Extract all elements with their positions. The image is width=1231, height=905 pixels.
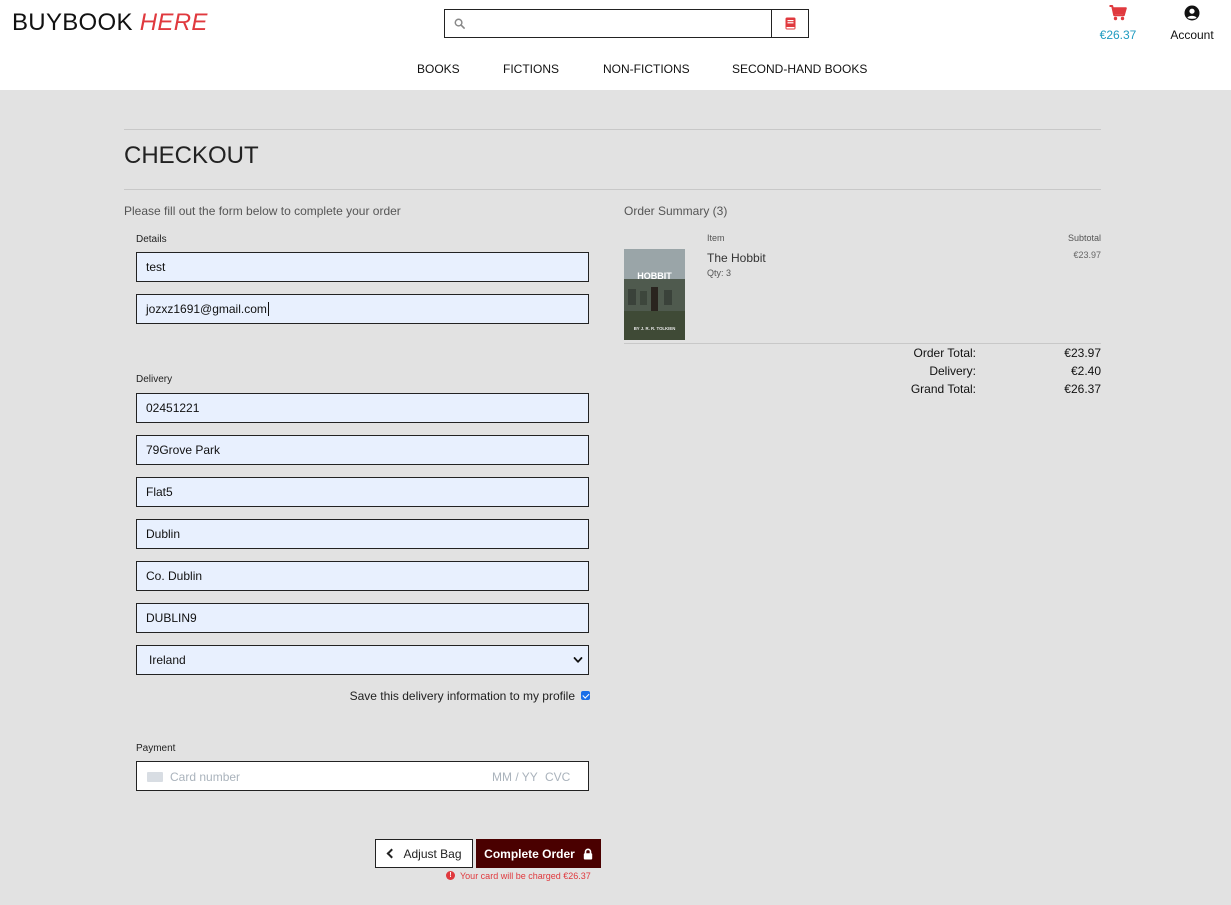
divider [124, 129, 1101, 130]
book-icon [785, 17, 795, 30]
logo-accent-text: HERE [139, 9, 208, 36]
full-name-field[interactable]: test [136, 252, 589, 282]
postcode-field[interactable]: DUBLIN9 [136, 603, 589, 633]
details-section-label: Details [136, 234, 167, 245]
text-cursor [267, 302, 269, 316]
email-value: jozxz1691@gmail.com [146, 302, 267, 316]
site-logo[interactable]: BUYBOOK HERE [12, 9, 208, 37]
site-header: BUYBOOK HERE €26.37 Account BOOKS FICTIO… [0, 0, 1231, 90]
subtotal-column-header: Subtotal [1067, 233, 1101, 243]
book-cover-author: BY J. R. R. TOLKIEN [634, 326, 676, 331]
nav-item-books[interactable]: BOOKS [417, 62, 460, 76]
account-label: Account [1170, 28, 1214, 42]
item-subtotal: €23.97 [1073, 250, 1101, 260]
chevron-down-icon [573, 657, 583, 663]
delivery-cost-label: Delivery: [929, 364, 976, 378]
card-element[interactable]: Card number MM / YY CVC [136, 761, 589, 791]
postcode-value: DUBLIN9 [146, 611, 197, 625]
chevron-left-icon [387, 848, 397, 859]
book-cover-image: HOBBIT BY J. R. R. TOLKIEN [624, 249, 685, 340]
logo-text: BUYBOOK [12, 9, 133, 36]
exclamation-circle-icon: ! [446, 871, 455, 881]
card-expiry-placeholder: MM / YY [492, 770, 538, 784]
adjust-bag-button[interactable]: Adjust Bag [375, 839, 473, 868]
country-value: Ireland [149, 653, 186, 667]
lock-icon [583, 848, 593, 859]
email-field[interactable]: jozxz1691@gmail.com [136, 294, 589, 324]
item-quantity: Qty: 3 [707, 268, 732, 278]
town-city-value: Dublin [146, 527, 181, 541]
delivery-section-label: Delivery [136, 374, 173, 385]
nav-item-second-hand-books[interactable]: SECOND-HAND BOOKS [732, 62, 867, 76]
item-name: The Hobbit [707, 251, 766, 265]
county-field[interactable]: Co. Dublin [136, 561, 589, 591]
search-input[interactable] [471, 12, 771, 35]
complete-order-label: Complete Order [484, 846, 575, 861]
complete-order-button[interactable]: Complete Order [476, 839, 601, 868]
grand-total-label: Grand Total: [910, 382, 976, 396]
payment-section-label: Payment [136, 743, 176, 754]
county-value: Co. Dublin [146, 569, 203, 583]
order-total-value: €23.97 [1064, 346, 1101, 360]
user-circle-icon [1184, 5, 1200, 21]
town-city-field[interactable]: Dublin [136, 519, 589, 549]
search-submit-button[interactable] [771, 10, 808, 37]
phone-number-field[interactable]: 02451221 [136, 393, 589, 423]
adjust-bag-label: Adjust Bag [403, 846, 462, 861]
form-intro-text: Please fill out the form below to comple… [124, 204, 401, 218]
shopping-cart-link[interactable]: €26.37 [1097, 5, 1139, 42]
nav-item-fictions[interactable]: FICTIONS [503, 62, 559, 76]
cart-icon [1109, 5, 1127, 21]
divider [624, 343, 1101, 344]
item-column-header: Item [707, 233, 725, 243]
card-number-placeholder: Card number [170, 770, 241, 784]
street-address1-field[interactable]: 79Grove Park [136, 435, 589, 465]
credit-card-icon [147, 772, 163, 782]
charge-warning: ! Your card will be charged €26.37 [446, 871, 591, 881]
street-address2-value: Flat5 [146, 485, 173, 499]
save-info-checkbox[interactable] [581, 691, 590, 701]
country-select[interactable]: Ireland [136, 645, 589, 675]
search-bar [444, 9, 809, 38]
grand-total-value: €26.37 [1064, 382, 1101, 396]
delivery-cost-value: €2.40 [1070, 364, 1101, 378]
cart-total: €26.37 [1099, 28, 1137, 42]
card-cvc-placeholder: CVC [545, 770, 571, 784]
divider [124, 189, 1101, 190]
main-nav: BOOKS FICTIONS NON-FICTIONS SECOND-HAND … [0, 62, 1231, 78]
save-info-label: Save this delivery information to my pro… [349, 689, 575, 703]
nav-item-non-fictions[interactable]: NON-FICTIONS [603, 62, 690, 76]
phone-number-value: 02451221 [146, 401, 200, 415]
charge-warning-text: Your card will be charged €26.37 [460, 871, 591, 881]
book-cover-art: HOBBIT BY J. R. R. TOLKIEN [624, 249, 685, 340]
save-info-row: Save this delivery information to my pro… [340, 689, 590, 703]
street-address1-value: 79Grove Park [146, 443, 221, 457]
page-title: CHECKOUT [124, 142, 259, 169]
book-cover-title: HOBBIT [637, 271, 672, 281]
street-address2-field[interactable]: Flat5 [136, 477, 589, 507]
order-total-label: Order Total: [913, 346, 976, 360]
full-name-value: test [146, 260, 166, 274]
order-summary-title: Order Summary (3) [624, 204, 728, 218]
account-link[interactable]: Account [1166, 5, 1218, 42]
search-icon [454, 18, 465, 29]
